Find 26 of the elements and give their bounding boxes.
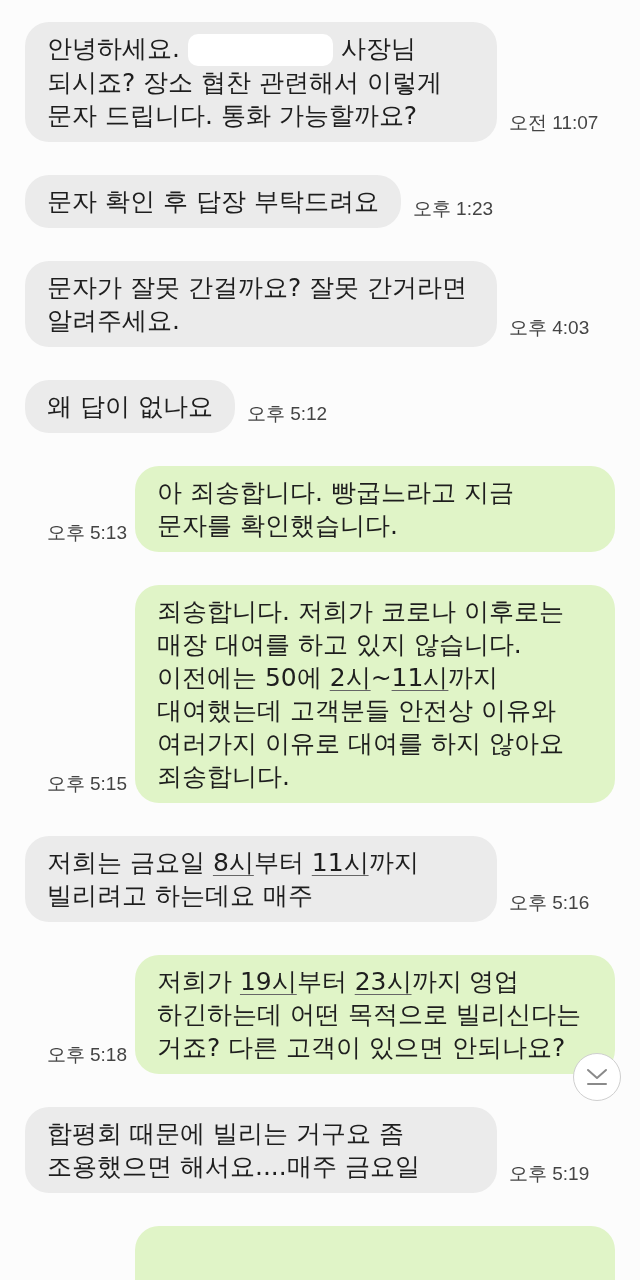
message-text: 안녕하세요. 사장님 되시죠? 장소 협찬 관련해서 이렇게 문자 드립니다. 통화 가능할까요? xyxy=(25,22,497,142)
scroll-down-button[interactable] xyxy=(573,1053,621,1101)
message-text: 저희가 19시 부터 23시까지 영업 하긴하는데 어떤 목적으로 빌리신다는 거죠? 다른 고객이 있으면 안되나요? xyxy=(135,955,615,1074)
message-text: 저희는 금요일 8시 부터 11시까지 빌리려고 하는데요 매주 xyxy=(25,836,497,922)
message-time: 오후 4:03 xyxy=(509,315,590,340)
message-time: 오후 5:19 xyxy=(509,1161,590,1186)
message-text: 문자가 잘못 간걸까요? 잘못 간거라면 알려주세요. xyxy=(25,261,497,347)
time-link[interactable]: 23시 xyxy=(354,967,412,996)
message-time: 오후 5:13 xyxy=(46,520,127,545)
time-link[interactable]: 8시 xyxy=(212,848,254,877)
message-text: 아 죄송합니다. 빵굽느라고 지금 문자를 확인했습니다. xyxy=(135,466,615,552)
time-link[interactable]: 11시 xyxy=(311,848,369,877)
message-time: 오후 5:16 xyxy=(509,890,590,915)
message-time: 오후 5:12 xyxy=(246,401,328,426)
message-time: 오후 1:23 xyxy=(412,196,494,221)
time-link[interactable]: 19시 xyxy=(239,967,297,996)
message-time: 오전 11:07 xyxy=(509,110,599,135)
message-time: 오후 5:15 xyxy=(46,771,127,796)
message-text: 죄송합니다. 저희가 코로나 이후로는 매장 대여를 하고 있지 않습니다. 이전에는 50에 2시~11시까지 대여했는데 고객분들 안전상 이유와 여러가지 이유로 대여를 하지 않아요 죄송합니다. xyxy=(135,585,615,803)
time-link[interactable]: 2시 xyxy=(329,663,371,692)
time-link[interactable]: 11시 xyxy=(391,663,449,692)
chevron-bar-down-icon xyxy=(586,1068,608,1086)
message-time: 오후 5:18 xyxy=(46,1042,127,1067)
message-text: 왜 답이 없나요 xyxy=(25,380,235,433)
message-text: 합평회 때문에 빌리는 거구요 좀 조용했으면 해서요....매주 금요일 xyxy=(25,1107,497,1193)
message-text: 문자 확인 후 답장 부탁드려요 xyxy=(25,175,401,228)
